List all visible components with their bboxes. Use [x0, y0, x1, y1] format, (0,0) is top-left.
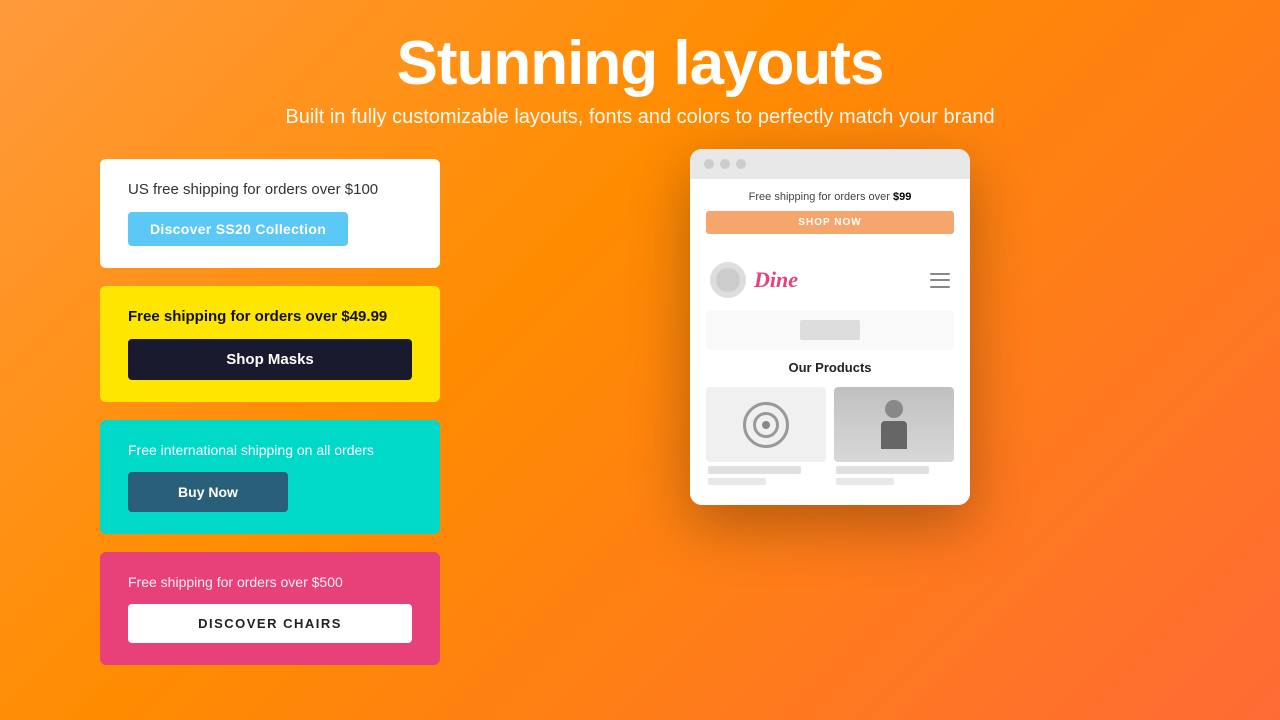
product-image-person	[834, 387, 954, 462]
product-name-blur-1	[708, 466, 801, 474]
banner-cyan: Free international shipping on all order…	[100, 420, 440, 534]
product-info-2	[834, 462, 954, 489]
products-grid	[706, 387, 954, 489]
buy-now-button[interactable]: Buy Now	[128, 472, 288, 512]
store-header: Dine	[706, 262, 954, 298]
page-wrapper: Stunning layouts Built in fully customiz…	[0, 0, 1280, 720]
page-title: Stunning layouts	[285, 30, 994, 98]
product-card-1[interactable]	[706, 387, 826, 489]
banner-yellow-text: Free shipping for orders over $49.99	[128, 308, 412, 325]
banner-white-text: US free shipping for orders over $100	[128, 181, 378, 198]
announcement-label: Free shipping for orders over	[749, 191, 893, 203]
product-card-2[interactable]	[834, 387, 954, 489]
browser-mockup: Free shipping for orders over $99 SHOP N…	[480, 149, 1180, 505]
product-image-1	[706, 387, 826, 462]
banner-cyan-text: Free international shipping on all order…	[128, 442, 412, 458]
hamburger-icon[interactable]	[930, 270, 950, 290]
browser-dot-1	[704, 159, 714, 169]
page-subtitle: Built in fully customizable layouts, fon…	[285, 106, 994, 129]
promo-block	[706, 310, 954, 350]
banner-pink: Free shipping for orders over $500 DISCO…	[100, 552, 440, 665]
product-price-blur-2	[836, 478, 894, 485]
person-shape	[881, 400, 907, 449]
header: Stunning layouts Built in fully customiz…	[285, 0, 994, 129]
promo-inner	[800, 320, 860, 340]
browser-dot-2	[720, 159, 730, 169]
shop-masks-button[interactable]: Shop Masks	[128, 339, 412, 380]
store-logo-circle	[710, 262, 746, 298]
target-icon	[741, 400, 791, 450]
product-name-blur-2	[836, 466, 929, 474]
banners-column: US free shipping for orders over $100 Di…	[100, 159, 440, 665]
browser-dot-3	[736, 159, 746, 169]
browser-window: Free shipping for orders over $99 SHOP N…	[690, 149, 970, 505]
announcement-amount: $99	[893, 191, 911, 203]
product-image-2	[834, 387, 954, 462]
person-body	[881, 421, 907, 449]
person-head	[885, 400, 903, 418]
announcement-bar: Free shipping for orders over $99 SHOP N…	[690, 179, 970, 246]
store-logo-text: Dine	[754, 267, 798, 293]
shop-now-button[interactable]: SHOP NOW	[706, 211, 954, 234]
product-image-target	[706, 387, 826, 462]
announcement-text: Free shipping for orders over $99	[706, 191, 954, 203]
banner-pink-text: Free shipping for orders over $500	[128, 574, 412, 590]
browser-chrome	[690, 149, 970, 179]
section-title: Our Products	[706, 360, 954, 375]
discover-chairs-button[interactable]: DISCOVER CHAIRS	[128, 604, 412, 643]
product-price-blur-1	[708, 478, 766, 485]
banner-yellow: Free shipping for orders over $49.99 Sho…	[100, 286, 440, 402]
main-content: US free shipping for orders over $100 Di…	[0, 159, 1280, 665]
store-content: Dine Our Products	[690, 246, 970, 505]
discover-ss20-button[interactable]: Discover SS20 Collection	[128, 212, 348, 246]
store-logo-area: Dine	[710, 262, 798, 298]
product-info-1	[706, 462, 826, 489]
banner-white: US free shipping for orders over $100 Di…	[100, 159, 440, 268]
